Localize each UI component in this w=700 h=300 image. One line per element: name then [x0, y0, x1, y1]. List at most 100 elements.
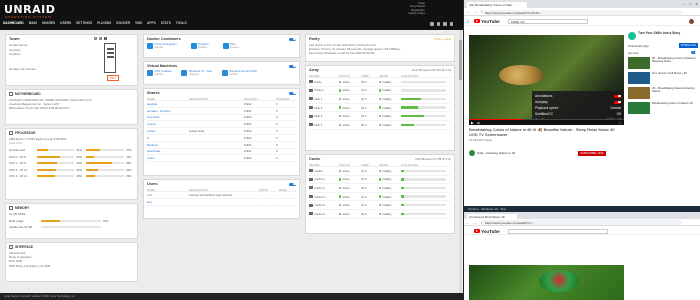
ad-card[interactable]: Turn Your Skills into a Story — [628, 31, 698, 40]
vm-item[interactable]: OSX Catalina started — [147, 69, 171, 77]
array-row[interactable]: Disk 3 active 31 C healthy — [309, 112, 451, 121]
address-bar[interactable]: https://www.youtube.com/watch?v=N1Pn... — [482, 9, 682, 15]
array-smart-text: healthy — [382, 105, 392, 110]
users-toggle[interactable] — [289, 182, 296, 186]
share-row[interactable]: movies Public 0 — [147, 121, 296, 129]
gear-icon[interactable] — [94, 37, 97, 40]
vm-state: stopped — [188, 72, 199, 77]
channel-avatar[interactable] — [469, 150, 475, 156]
docker-item[interactable]: Plex started — [222, 42, 239, 50]
shares-toggle[interactable] — [289, 91, 296, 95]
bell-icon[interactable] — [430, 22, 434, 26]
share-row[interactable]: appdata Public 0 — [147, 101, 296, 108]
youtube-search-input[interactable]: 1080p mix — [508, 18, 588, 24]
minimize-icon[interactable]: – — [683, 2, 685, 6]
share-row[interactable]: Backups Public 0 — [147, 142, 296, 149]
user-row[interactable]: test - - — [147, 199, 296, 206]
maximize-icon[interactable]: □ — [689, 2, 691, 6]
youtube-logo-2[interactable]: YouTube — [474, 229, 500, 234]
next-icon[interactable]: ⏭ — [477, 121, 480, 125]
share-row[interactable]: tv Public 0 — [147, 135, 296, 142]
cache-row[interactable]: Cache 2 active 33 C healthy — [309, 176, 451, 185]
array-row[interactable]: Parity 2 active 31 C healthy — [309, 87, 451, 96]
terminal-icon[interactable] — [443, 22, 447, 26]
channel-name[interactable]: Daily - Relaxing Nature in 4K — [477, 150, 516, 155]
video-thumbnail — [628, 72, 650, 84]
video-player-2[interactable] — [469, 265, 624, 300]
cpu-label: Overall Load — [9, 148, 25, 153]
youtube-logo[interactable]: YouTube — [474, 19, 500, 24]
share-row[interactable]: isos-share Public 0 — [147, 115, 296, 122]
nav-item-tools[interactable]: TOOLS — [176, 21, 187, 25]
nav-item-main[interactable]: MAIN — [29, 21, 37, 25]
array-row[interactable]: Parity active 33 C healthy — [309, 78, 451, 87]
share-row[interactable]: downloads Public 0 — [147, 149, 296, 156]
motherboard-lines: ASUSTeK COMPUTER INC. PRIME X470-PRO, Ve… — [9, 98, 134, 110]
cache-device: Cache 4 — [309, 195, 339, 199]
cache-row[interactable]: Cache 6 active 30 C healthy — [309, 210, 451, 219]
vm-item[interactable]: Windows Server 2019 started — [221, 69, 257, 77]
settings-value: Normal — [610, 106, 621, 110]
nav-item-shares[interactable]: SHARES — [42, 21, 55, 25]
nav-item-settings[interactable]: SETTINGS — [76, 21, 92, 25]
tower-edit-button[interactable]: EDIT — [107, 75, 119, 81]
video-player[interactable]: Annotations Autoplay Playback speed Normal S… — [469, 35, 624, 120]
docker-item[interactable]: Dropbox started — [190, 42, 209, 50]
youtube-play-icon-2 — [474, 228, 480, 234]
menu-icon[interactable]: ≡ — [467, 19, 469, 24]
nav-item-stats[interactable]: STATS — [161, 21, 171, 25]
cache-util-bar — [401, 195, 446, 198]
ad-download-button[interactable]: DOWNLOAD — [678, 43, 698, 48]
nav-item-plugins[interactable]: PLUGINS — [97, 21, 111, 25]
power-icon[interactable] — [449, 22, 453, 26]
parity-status: Parity is valid — [434, 37, 451, 41]
cpu-bar — [86, 162, 125, 165]
array-status: active — [339, 88, 361, 92]
recommended-video[interactable]: One Ocean | Full Movie | 4K — [628, 71, 698, 85]
address-bar-2[interactable]: https://www.youtube.com/watch?v=... — [482, 220, 682, 225]
array-row[interactable]: Disk 4 active 30 C healthy — [309, 121, 451, 130]
vms-toggle[interactable] — [289, 64, 296, 68]
autoplay-toggle[interactable] — [691, 51, 698, 54]
docker-toggle[interactable] — [289, 37, 296, 41]
help-icon[interactable] — [436, 22, 440, 26]
close-icon[interactable]: ✕ — [695, 2, 698, 6]
avatar[interactable] — [689, 18, 694, 24]
view-count: 11,133,017 views — [469, 138, 493, 142]
recommended-video[interactable]: Breathtaking Colors of Nature 4K — [628, 101, 698, 115]
cache-row[interactable]: Cache 5 active 31 C healthy — [309, 201, 451, 210]
fullscreen-icon[interactable]: ⛶ — [619, 121, 621, 125]
cache-col-header: SMART — [379, 162, 389, 167]
nav-item-users[interactable]: USERS — [60, 21, 71, 25]
recommended-video[interactable]: 4K - Breathtaking Nature Relaxing Nature — [628, 86, 698, 100]
cache-row[interactable]: Cache active 31 C healthy — [309, 167, 451, 176]
share-row[interactable]: domains - Dropbox Public 0 — [147, 108, 296, 115]
recommended-video[interactable]: 4K - Breathtaking Colors of Nature | Rel… — [628, 56, 698, 70]
nav-item-docker[interactable]: DOCKER — [116, 21, 130, 25]
cache-summary: 128 GB used of 2 TB (6.4 %) — [415, 157, 451, 161]
array-row[interactable]: Disk 2 active 31 C healthy — [309, 104, 451, 113]
user-row[interactable]: root Console and webGui login account - - — [147, 192, 296, 199]
cache-status: active — [339, 177, 361, 181]
nav-item-dashboard[interactable]: DASHBOARD — [3, 21, 24, 25]
unraid-scrollbar[interactable] — [459, 30, 462, 293]
nav-item-vms[interactable]: VMS — [135, 21, 142, 25]
cache-row[interactable]: Cache 3 active 30 C healthy — [309, 184, 451, 193]
settings-toggle[interactable] — [614, 100, 621, 104]
youtube-search-input-2[interactable] — [508, 228, 608, 234]
vm-item[interactable]: Windows 10 - Test stopped — [181, 69, 212, 77]
cache-row[interactable]: Cache 4 active 31 C healthy — [309, 193, 451, 202]
parity-panel: Parity Parity is valid Last check on Thu… — [305, 34, 455, 62]
docker-item[interactable]: binhex-delugevpn started — [147, 42, 177, 50]
array-row[interactable]: Disk 1 active 32 C healthy — [309, 95, 451, 104]
refresh-icon[interactable] — [99, 37, 102, 40]
subscribe-button[interactable]: SUBSCRIBE 193K — [578, 151, 606, 156]
share-row[interactable]: music Public 0 — [147, 155, 296, 163]
nav-item-apps[interactable]: APPS — [147, 21, 156, 25]
play-icon[interactable]: ▶ — [471, 121, 474, 125]
lock-icon[interactable] — [104, 37, 107, 40]
share-row[interactable]: system system data Public 0 — [147, 128, 296, 135]
settings-toggle[interactable] — [614, 94, 621, 98]
memory-panel: MEMORY 32 GB DDR4 RAM usage 31% Usable siz… — [5, 203, 138, 239]
vm-state: started — [154, 72, 164, 77]
